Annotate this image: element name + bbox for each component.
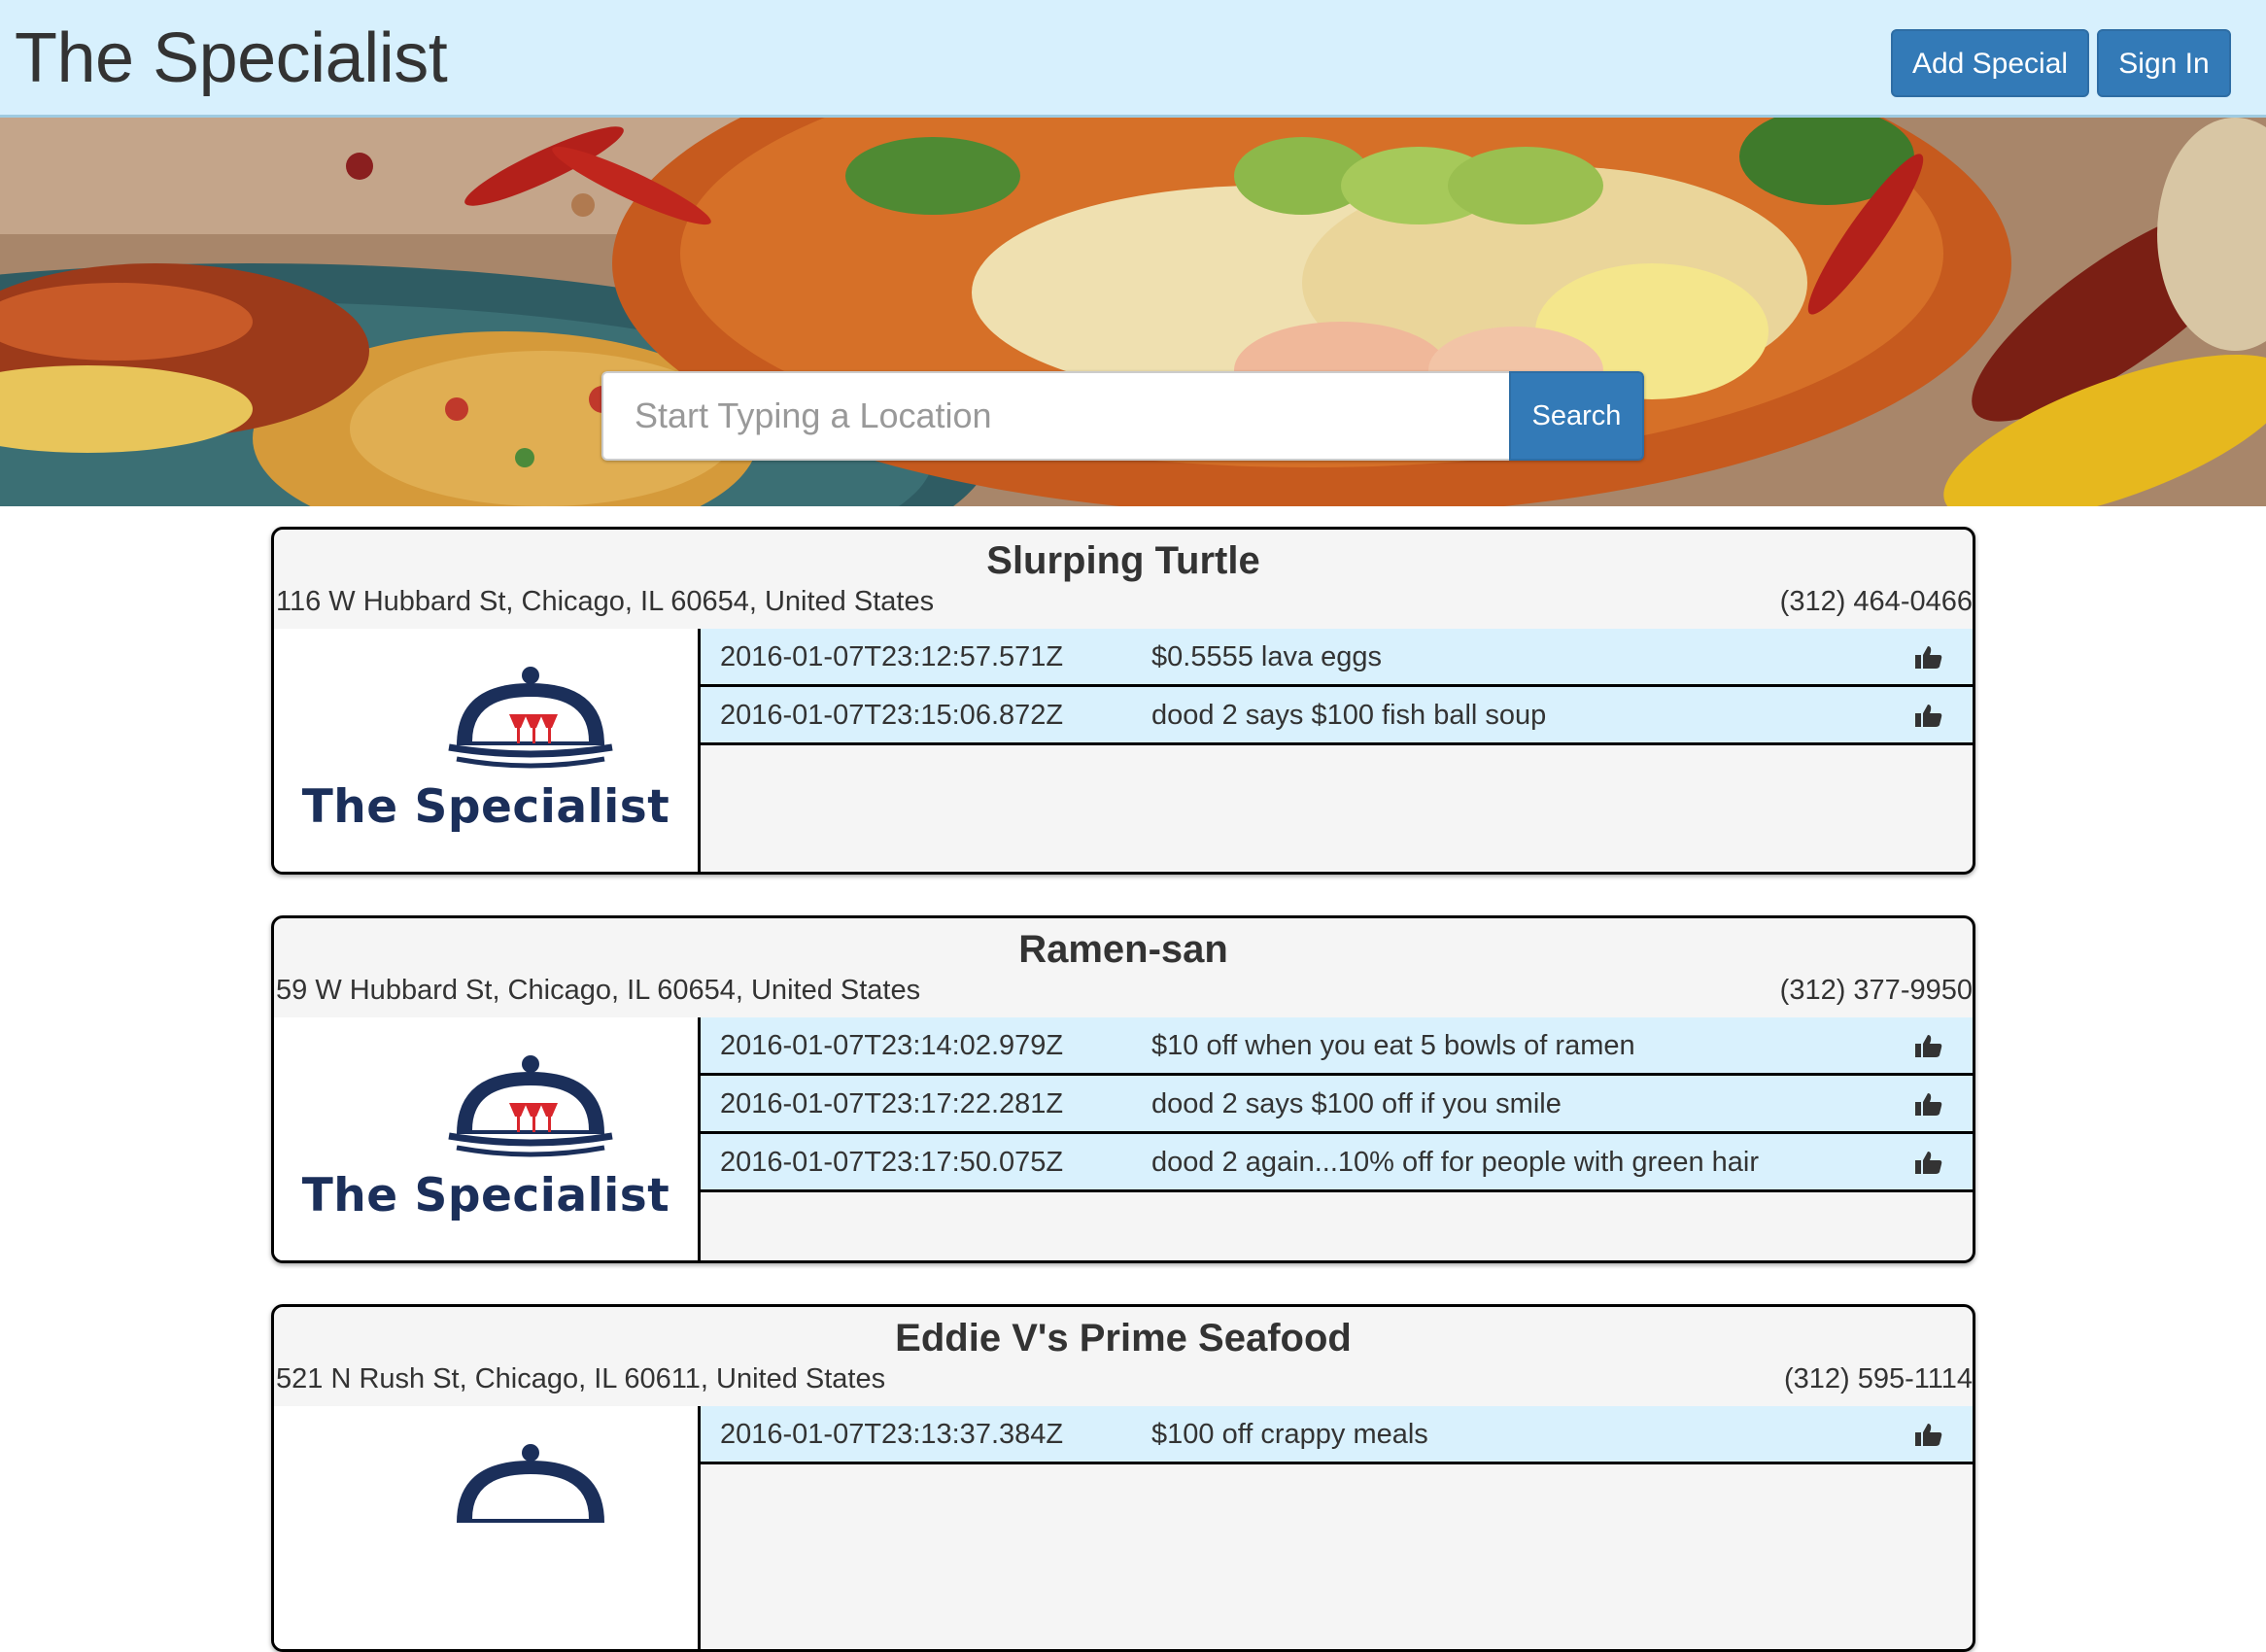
restaurant-name: Ramen-san: [1018, 928, 1228, 971]
special-text: $10 off when you eat 5 bowls of ramen: [1151, 1030, 1635, 1061]
restaurant-address: 116 W Hubbard St, Chicago, IL 60654, Uni…: [276, 586, 935, 617]
special-timestamp: 2016-01-07T23:17:50.075Z: [720, 1147, 1064, 1178]
special-text: $100 off crappy meals: [1151, 1419, 1428, 1450]
special-row: 2016-01-07T23:17:22.281Z dood 2 says $10…: [701, 1076, 1973, 1134]
thumbs-up-icon[interactable]: [1915, 703, 1942, 728]
restaurant-header: Ramen-san 59 W Hubbard St, Chicago, IL 6…: [274, 918, 1973, 1020]
special-row: 2016-01-07T23:15:06.872Z dood 2 says $10…: [701, 687, 1973, 745]
location-search-input[interactable]: [601, 371, 1509, 461]
restaurant-phone: (312) 464-0466: [1779, 586, 1973, 617]
special-row: 2016-01-07T23:13:37.384Z $100 off crappy…: [701, 1406, 1973, 1464]
restaurant-phone: (312) 377-9950: [1779, 975, 1973, 1006]
specials-list: 2016-01-07T23:12:57.571Z $0.5555 lava eg…: [701, 629, 1973, 745]
thumbs-up-icon[interactable]: [1915, 1091, 1942, 1117]
special-text: $0.5555 lava eggs: [1151, 641, 1383, 672]
thumbs-up-icon[interactable]: [1915, 1150, 1942, 1175]
logo-text: The Specialist: [301, 1169, 670, 1222]
search-button[interactable]: Search: [1509, 371, 1644, 461]
specials-list: 2016-01-07T23:14:02.979Z $10 off when yo…: [701, 1017, 1973, 1192]
thumbs-up-icon[interactable]: [1915, 1033, 1942, 1058]
restaurant-logo: The Specialist: [274, 629, 701, 872]
serving-cloche-icon: [448, 667, 613, 769]
special-row: 2016-01-07T23:14:02.979Z $10 off when yo…: [701, 1017, 1973, 1076]
restaurant-name: Slurping Turtle: [986, 539, 1260, 582]
special-row: 2016-01-07T23:17:50.075Z dood 2 again...…: [701, 1134, 1973, 1192]
restaurant-body: 2016-01-07T23:13:37.384Z $100 off crappy…: [274, 1406, 1973, 1649]
add-special-button[interactable]: Add Special: [1891, 29, 2089, 97]
special-row: 2016-01-07T23:12:57.571Z $0.5555 lava eg…: [701, 629, 1973, 687]
restaurant-logo: The Specialist: [274, 1017, 701, 1260]
specials-list: 2016-01-07T23:13:37.384Z $100 off crappy…: [701, 1406, 1973, 1464]
restaurant-address: 521 N Rush St, Chicago, IL 60611, United…: [276, 1363, 886, 1394]
serving-cloche-icon: [448, 1055, 613, 1157]
special-timestamp: 2016-01-07T23:15:06.872Z: [720, 700, 1064, 731]
special-text: dood 2 says $100 fish ball soup: [1151, 700, 1547, 731]
special-text: dood 2 again...10% off for people with g…: [1151, 1147, 1760, 1178]
serving-cloche-icon: [457, 1444, 604, 1523]
thumbs-up-icon[interactable]: [1915, 644, 1942, 670]
restaurant-header: Slurping Turtle 116 W Hubbard St, Chicag…: [274, 530, 1973, 632]
restaurant-card: Ramen-san 59 W Hubbard St, Chicago, IL 6…: [271, 915, 1975, 1263]
special-text: dood 2 says $100 off if you smile: [1151, 1088, 1562, 1119]
navbar: The Specialist Add Special Sign In: [0, 0, 2266, 118]
restaurant-card: Eddie V's Prime Seafood 521 N Rush St, C…: [271, 1304, 1975, 1652]
restaurant-phone: (312) 595-1114: [1783, 1363, 1973, 1394]
special-timestamp: 2016-01-07T23:17:22.281Z: [720, 1088, 1064, 1119]
special-timestamp: 2016-01-07T23:13:37.384Z: [720, 1419, 1064, 1450]
restaurant-header: Eddie V's Prime Seafood 521 N Rush St, C…: [274, 1307, 1973, 1409]
hero-banner: Search: [0, 118, 2266, 506]
restaurant-body: The Specialist 2016-01-07T23:12:57.571Z …: [274, 629, 1973, 872]
restaurant-logo: [274, 1406, 701, 1649]
restaurant-name: Eddie V's Prime Seafood: [895, 1317, 1352, 1359]
restaurant-address: 59 W Hubbard St, Chicago, IL 60654, Unit…: [276, 975, 921, 1006]
logo-text: The Specialist: [301, 780, 670, 834]
restaurant-card: Slurping Turtle 116 W Hubbard St, Chicag…: [271, 527, 1975, 875]
special-timestamp: 2016-01-07T23:14:02.979Z: [720, 1030, 1064, 1061]
location-search: Search: [601, 371, 1644, 461]
thumbs-up-icon[interactable]: [1915, 1422, 1942, 1447]
sign-in-button[interactable]: Sign In: [2097, 29, 2231, 97]
restaurant-body: The Specialist 2016-01-07T23:14:02.979Z …: [274, 1017, 1973, 1260]
special-timestamp: 2016-01-07T23:12:57.571Z: [720, 641, 1064, 672]
brand-title[interactable]: The Specialist: [15, 14, 448, 103]
